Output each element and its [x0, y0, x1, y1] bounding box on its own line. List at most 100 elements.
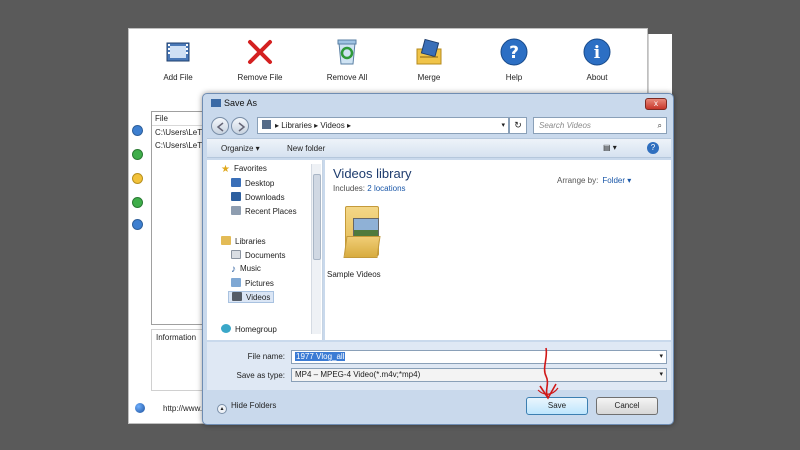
dialog-title: Save As [211, 98, 257, 108]
navigation-row: ▸ Libraries ▸ Videos ▸ ▾ ↻ Search Videos… [211, 116, 667, 136]
red-x-icon [245, 37, 275, 67]
refresh-button[interactable]: ↻ [509, 117, 527, 134]
favorites-label: Favorites [233, 164, 267, 173]
nav-item-desktop[interactable]: Desktop [231, 178, 274, 188]
organize-button[interactable]: Organize ▾ [221, 144, 260, 153]
about-button[interactable]: i About [562, 37, 632, 82]
documents-icon [231, 250, 241, 259]
side-shortcut-3[interactable] [132, 173, 143, 184]
favorites-header[interactable]: ★ Favorites [221, 164, 267, 175]
command-bar: Organize ▾ New folder ▤ ▾ ? [207, 138, 671, 158]
info-icon: i [582, 37, 612, 67]
svg-text:?: ? [509, 43, 519, 63]
save-fields: File name: 1977 Vlog_all ▾ Save as type: … [207, 342, 671, 390]
save-as-type-label: Save as type: [236, 371, 285, 380]
chevron-down-icon[interactable]: ▾ [659, 369, 663, 381]
chevron-down-icon[interactable]: ▾ [501, 118, 505, 133]
help-icon[interactable]: ? [647, 142, 659, 154]
remove-file-label: Remove File [237, 73, 283, 82]
app-toolbar: Add File Remove File Remove All Merge ? … [129, 29, 647, 91]
help-label: Help [505, 73, 523, 82]
merge-button[interactable]: Merge [394, 37, 464, 82]
file-row[interactable]: C:\Users\LeTh [152, 126, 208, 139]
forward-button[interactable] [231, 117, 249, 135]
dialog-title-text: Save As [224, 98, 258, 108]
library-title: Videos library [333, 166, 412, 181]
save-as-type-select[interactable]: MP4 – MPEG-4 Video(*.m4v;*mp4) ▾ [291, 368, 667, 382]
globe-icon [135, 403, 145, 413]
videos-icon [232, 292, 242, 301]
nav-item-label: Recent Places [245, 207, 297, 216]
about-label: About [586, 73, 608, 82]
scrollbar-thumb[interactable] [313, 174, 321, 260]
search-placeholder: Search Videos [539, 121, 591, 130]
search-icon[interactable]: ⌕ [658, 118, 662, 133]
nav-item-pictures[interactable]: Pictures [231, 278, 274, 288]
side-shortcut-5[interactable] [132, 219, 143, 230]
folder-front [343, 236, 381, 258]
hide-folders-button[interactable]: ▴ Hide Folders [217, 401, 276, 414]
side-shortcut-4[interactable] [132, 197, 143, 208]
side-shortcuts [129, 93, 147, 413]
remove-all-button[interactable]: Remove All [312, 37, 382, 82]
nav-item-label: Desktop [245, 179, 275, 188]
breadcrumb-videos[interactable]: Videos [320, 121, 344, 130]
close-button[interactable]: x [645, 98, 667, 110]
homegroup-header[interactable]: Homegroup [221, 324, 277, 334]
side-shortcut-2[interactable] [132, 149, 143, 160]
dialog-footer: ▴ Hide Folders Save Cancel [207, 392, 671, 422]
arrange-by-dropdown[interactable]: Folder ▾ [602, 176, 631, 185]
file-name-field[interactable]: 1977 Vlog_all ▾ [291, 350, 667, 364]
library-icon [262, 120, 271, 129]
help-button[interactable]: ? Help [479, 37, 549, 82]
nav-item-downloads[interactable]: Downloads [231, 192, 285, 202]
chevron-down-icon[interactable]: ▾ [659, 351, 663, 363]
save-as-dialog: Save As x ▸ Libraries ▸ Videos ▸ ▾ ↻ Sea… [202, 93, 674, 425]
star-icon: ★ [221, 164, 230, 175]
remove-all-label: Remove All [326, 73, 368, 82]
folder-icon[interactable] [339, 206, 387, 264]
libraries-header[interactable]: Libraries [221, 236, 266, 246]
nav-item-label: Videos [246, 293, 271, 302]
nav-item-recent-places[interactable]: Recent Places [231, 206, 297, 216]
breadcrumb-libraries[interactable]: Libraries [281, 121, 312, 130]
nav-item-label: Music [240, 264, 261, 273]
forward-arrow-icon [238, 122, 246, 132]
remove-file-button[interactable]: Remove File [225, 37, 295, 82]
information-panel: Information [151, 329, 209, 391]
cancel-button[interactable]: Cancel [596, 397, 658, 415]
file-content-area: Videos library Includes: 2 locations Arr… [325, 160, 671, 340]
url-link[interactable]: http://www. [163, 404, 202, 413]
locations-link[interactable]: 2 locations [367, 184, 405, 193]
breadcrumb-separator: ▸ [344, 121, 351, 130]
chevron-up-icon: ▴ [217, 404, 227, 414]
information-label: Information [156, 333, 197, 342]
add-file-button[interactable]: Add File [143, 37, 213, 82]
arrange-by: Arrange by: Folder ▾ [557, 176, 631, 185]
homegroup-icon [221, 324, 231, 333]
save-as-type-value: MP4 – MPEG-4 Video(*.m4v;*mp4) [295, 370, 421, 379]
views-button[interactable]: ▤ ▾ [603, 143, 625, 154]
music-icon: ♪ [231, 264, 236, 275]
merge-label: Merge [417, 73, 441, 82]
file-row[interactable]: C:\Users\LeTh [152, 139, 208, 152]
nav-item-videos[interactable]: Videos [228, 291, 275, 303]
folder-name[interactable]: Sample Videos [327, 270, 407, 279]
back-button[interactable] [211, 117, 229, 135]
file-column-header[interactable]: File [152, 112, 208, 126]
nav-item-documents[interactable]: Documents [231, 250, 285, 260]
side-shortcut-1[interactable] [132, 125, 143, 136]
new-folder-button[interactable]: New folder [287, 144, 325, 153]
nav-item-music[interactable]: ♪ Music [231, 264, 261, 275]
recent-places-icon [231, 206, 241, 215]
nav-scrollbar[interactable] [311, 164, 321, 334]
desktop-icon [231, 178, 241, 187]
save-button[interactable]: Save [526, 397, 588, 415]
search-input[interactable]: Search Videos ⌕ [533, 117, 667, 134]
library-includes: Includes: 2 locations [333, 184, 406, 193]
libraries-icon [221, 236, 231, 245]
address-bar[interactable]: ▸ Libraries ▸ Videos ▸ ▾ [257, 117, 509, 134]
pictures-icon [231, 278, 241, 287]
includes-label: Includes: [333, 184, 366, 193]
arrange-by-label: Arrange by: [557, 176, 599, 185]
